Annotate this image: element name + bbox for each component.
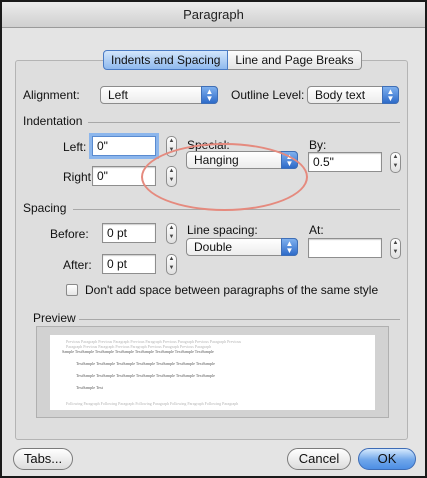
outline-level-label: Outline Level:: [231, 88, 305, 102]
same-style-spacing-label: Don't add space between paragraphs of th…: [85, 283, 379, 297]
alignment-popup[interactable]: Left ▲ ▼: [100, 86, 218, 104]
cancel-button[interactable]: Cancel: [287, 448, 351, 470]
same-style-spacing-checkbox[interactable]: [66, 284, 78, 296]
left-indent-stepper-icon[interactable]: ▲ ▼: [166, 136, 177, 157]
window-title: Paragraph: [2, 2, 425, 28]
ok-button[interactable]: OK: [358, 448, 416, 470]
preview-sample-line: Sample TextSample TextSample TextSample …: [62, 349, 214, 354]
spacing-after-label: After:: [63, 258, 92, 272]
tabs-button[interactable]: Tabs...: [13, 448, 73, 470]
at-field[interactable]: [308, 238, 382, 258]
line-spacing-popup[interactable]: Double ▲ ▼: [186, 238, 298, 256]
indentation-group-title: Indentation: [23, 114, 83, 128]
at-label: At:: [309, 223, 324, 237]
paragraph-dialog: Paragraph Indents and Spacing Line and P…: [0, 0, 427, 478]
by-stepper-icon[interactable]: ▲ ▼: [390, 152, 401, 173]
alignment-label: Alignment:: [23, 88, 80, 102]
group-divider: [73, 209, 400, 210]
tab-bar: Indents and Spacing Line and Page Breaks: [103, 50, 362, 70]
right-indent-stepper-icon[interactable]: ▲ ▼: [166, 166, 177, 187]
right-indent-label: Right:: [63, 170, 95, 184]
preview-area: Previous Paragraph Previous Paragraph Pr…: [36, 326, 389, 418]
spacing-before-field[interactable]: 0 pt: [102, 223, 156, 243]
popup-arrows-icon: ▲ ▼: [382, 86, 399, 104]
special-value: Hanging: [194, 153, 239, 167]
tab-indents-and-spacing[interactable]: Indents and Spacing: [103, 50, 229, 70]
outline-level-popup[interactable]: Body text ▲ ▼: [307, 86, 399, 104]
preview-sample-line: TextSample Text: [76, 385, 104, 390]
spacing-before-stepper-icon[interactable]: ▲ ▼: [166, 223, 177, 244]
at-stepper-icon[interactable]: ▲ ▼: [390, 238, 401, 259]
left-indent-label: Left:: [63, 140, 87, 154]
tab-panel: Alignment: Left ▲ ▼ Outline Level: Body t…: [15, 60, 408, 440]
spacing-after-field[interactable]: 0 pt: [102, 254, 156, 274]
popup-arrows-icon: ▲ ▼: [281, 238, 298, 256]
popup-arrows-icon: ▲ ▼: [201, 86, 218, 104]
spacing-after-stepper-icon[interactable]: ▲ ▼: [166, 254, 177, 275]
preview-sample-line: TextSample TextSample TextSample TextSam…: [76, 361, 215, 366]
special-label: Special:: [187, 138, 230, 152]
special-popup[interactable]: Hanging ▲ ▼: [186, 151, 298, 169]
alignment-value: Left: [108, 88, 129, 102]
by-field[interactable]: 0.5": [308, 152, 382, 172]
by-label: By:: [309, 138, 327, 152]
preview-title: Preview: [33, 311, 76, 325]
popup-arrows-icon: ▲ ▼: [281, 151, 298, 169]
spacing-before-label: Before:: [50, 227, 89, 241]
line-spacing-value: Double: [194, 240, 233, 254]
right-indent-field[interactable]: 0": [92, 166, 156, 186]
line-spacing-label: Line spacing:: [187, 223, 258, 237]
left-indent-field[interactable]: 0": [92, 136, 156, 156]
spacing-group-title: Spacing: [23, 201, 67, 215]
group-divider: [88, 122, 400, 123]
group-divider: [79, 319, 400, 320]
tab-line-and-page-breaks[interactable]: Line and Page Breaks: [228, 50, 362, 70]
preview-page: Previous Paragraph Previous Paragraph Pr…: [50, 335, 375, 410]
outline-level-value: Body text: [315, 88, 366, 102]
preview-following-line: Following Paragraph Following Paragraph …: [66, 401, 239, 406]
preview-sample-line: TextSample TextSample TextSample TextSam…: [76, 373, 215, 378]
